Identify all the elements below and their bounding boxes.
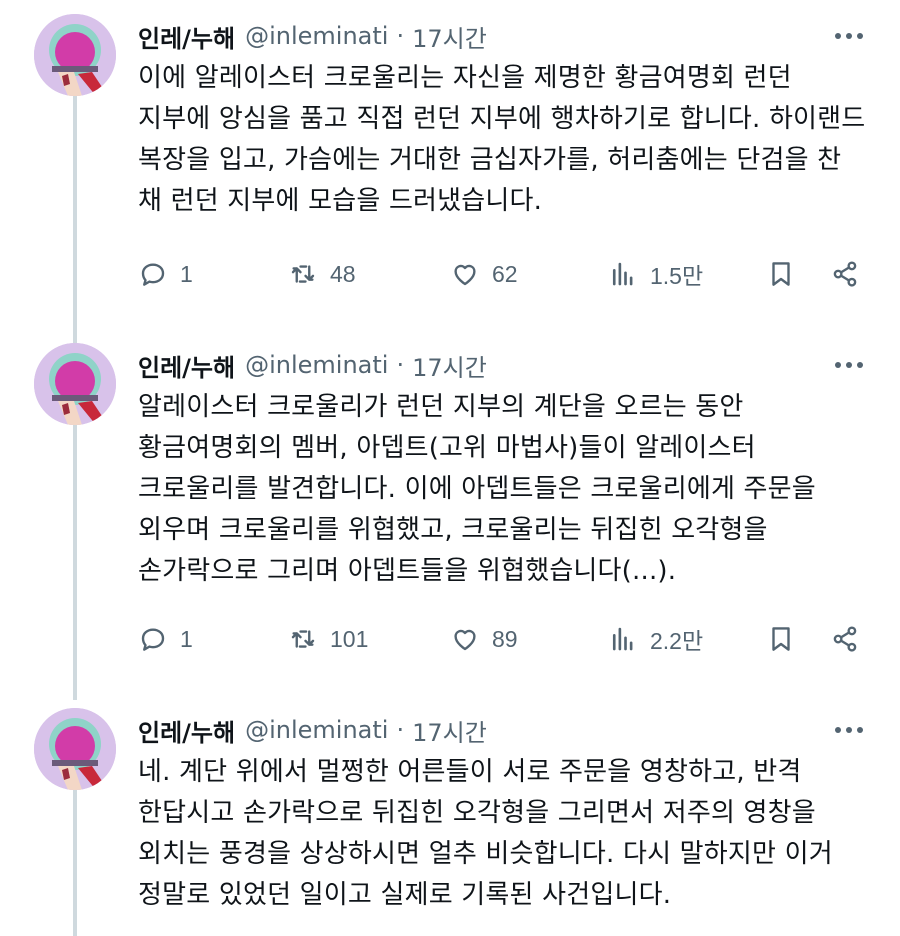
tweet-text: 이에 알레이스터 크로울리는 자신을 제명한 황금여명회 런던 지부에 앙심을 …: [138, 63, 874, 216]
more-horizontal-icon: [835, 33, 863, 39]
retweet-icon: [291, 265, 315, 283]
avatar[interactable]: [34, 708, 116, 790]
separator-dot: ·: [396, 716, 405, 744]
share-button[interactable]: [830, 254, 860, 294]
more-options-button[interactable]: [832, 22, 866, 50]
retweet-button[interactable]: 48: [288, 254, 356, 294]
share-icon: [833, 261, 857, 287]
tweet-header: 인레/누해 @inleminati · 17시간: [138, 711, 487, 749]
tweet-text: 네. 계단 위에서 멀쩡한 어른들이 서로 주문을 영창하고, 반격 한답시고 …: [138, 757, 842, 910]
view-count: 1.5만: [650, 263, 704, 289]
heart-icon: [454, 264, 476, 286]
timestamp[interactable]: 17시간: [412, 348, 487, 383]
user-handle[interactable]: @inleminati: [245, 716, 388, 744]
display-name[interactable]: 인레/누해: [138, 348, 235, 383]
more-options-button[interactable]: [832, 351, 866, 379]
like-count: 62: [492, 260, 518, 287]
bookmark-button[interactable]: [766, 619, 796, 659]
display-name[interactable]: 인레/누해: [138, 713, 235, 748]
tweet-actions: 1 101 89 2.2만: [138, 619, 868, 659]
avatar[interactable]: [34, 14, 116, 96]
share-button[interactable]: [830, 619, 860, 659]
separator-dot: ·: [396, 351, 405, 379]
reply-button[interactable]: 1: [138, 619, 193, 659]
user-handle[interactable]: @inleminati: [245, 22, 388, 50]
bookmark-icon: [772, 262, 790, 286]
more-options-button[interactable]: [832, 716, 866, 744]
retweet-count: 101: [330, 625, 369, 652]
reply-icon: [141, 628, 165, 651]
like-button[interactable]: 89: [450, 619, 518, 659]
reply-count: 1: [180, 625, 193, 652]
tweet-actions: 1 48 62 1.5만: [138, 254, 868, 294]
more-horizontal-icon: [835, 362, 863, 368]
user-handle[interactable]: @inleminati: [245, 351, 388, 379]
tweet-3[interactable]: 인레/누해 @inleminati · 17시간 네. 계단 위에서 멀쩡한 어…: [0, 694, 900, 936]
like-button[interactable]: 62: [450, 254, 518, 294]
bookmark-button[interactable]: [766, 254, 796, 294]
thread-line: [73, 96, 77, 343]
tweet-text: 알레이스터 크로울리가 런던 지부의 계단을 오르는 동안 황금여명회의 멤버,…: [138, 392, 825, 586]
views-chart-icon: [612, 627, 633, 651]
share-icon: [833, 626, 857, 652]
like-count: 89: [492, 625, 518, 652]
view-count: 2.2만: [650, 628, 704, 654]
tweet-1[interactable]: 인레/누해 @inleminati · 17시간 이에 알레이스터 크로울리는 …: [0, 0, 900, 343]
tweet-2[interactable]: 인레/누해 @inleminati · 17시간 알레이스터 크로울리가 런던 …: [0, 329, 900, 700]
tweet-header: 인레/누해 @inleminati · 17시간: [138, 346, 487, 384]
timestamp[interactable]: 17시간: [412, 19, 487, 54]
heart-icon: [454, 629, 476, 651]
views-button[interactable]: 2.2만: [608, 619, 703, 659]
thread-line: [73, 790, 77, 936]
views-button[interactable]: 1.5만: [608, 254, 703, 294]
timestamp[interactable]: 17시간: [412, 713, 487, 748]
thread-line: [73, 425, 77, 700]
tweet-header: 인레/누해 @inleminati · 17시간: [138, 17, 487, 55]
retweet-count: 48: [330, 260, 356, 287]
separator-dot: ·: [396, 22, 405, 50]
views-chart-icon: [612, 262, 633, 286]
reply-count: 1: [180, 260, 193, 287]
avatar[interactable]: [34, 343, 116, 425]
reply-button[interactable]: 1: [138, 254, 193, 294]
reply-icon: [141, 263, 165, 286]
display-name[interactable]: 인레/누해: [138, 19, 235, 54]
retweet-button[interactable]: 101: [288, 619, 368, 659]
more-horizontal-icon: [835, 727, 863, 733]
bookmark-icon: [772, 627, 790, 651]
retweet-icon: [291, 630, 315, 648]
